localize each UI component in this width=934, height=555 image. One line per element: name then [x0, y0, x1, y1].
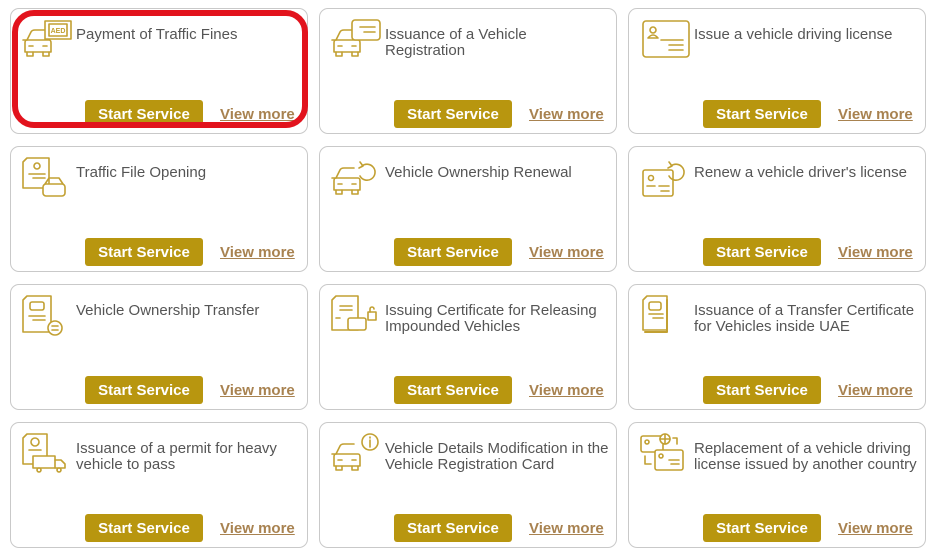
view-more-link[interactable]: View more	[838, 382, 913, 399]
service-card: Vehicle Ownership Renewal Start Service …	[319, 146, 617, 272]
start-service-button[interactable]: Start Service	[703, 100, 821, 128]
service-title: Issuance of a permit for heavy vehicle t…	[76, 440, 277, 473]
svg-text:AED: AED	[51, 28, 66, 35]
service-title: Issuance of a Transfer Certificate for V…	[694, 302, 915, 335]
view-more-link[interactable]: View more	[220, 520, 295, 537]
start-service-button[interactable]: Start Service	[85, 100, 203, 128]
service-title: Issue a vehicle driving license	[694, 26, 893, 43]
view-more-link[interactable]: View more	[838, 520, 913, 537]
service-card: Vehicle Ownership Transfer Start Service…	[10, 284, 308, 410]
start-service-button[interactable]: Start Service	[85, 238, 203, 266]
service-card: Issuance of a permit for heavy vehicle t…	[10, 422, 308, 548]
service-card: Traffic File Opening Start Service View …	[10, 146, 308, 272]
view-more-link[interactable]: View more	[838, 106, 913, 123]
ownership-transfer-document-icon	[21, 294, 75, 338]
service-card: Issuance of a Transfer Certificate for V…	[628, 284, 926, 410]
driving-license-card-icon	[639, 18, 693, 62]
services-grid: AED Payment of Traffic Fines Start Servi…	[10, 8, 926, 548]
service-card: Issuing Certificate for Releasing Impoun…	[319, 284, 617, 410]
service-card: Renew a vehicle driver's license Start S…	[628, 146, 926, 272]
start-service-button[interactable]: Start Service	[703, 514, 821, 542]
view-more-link[interactable]: View more	[838, 244, 913, 261]
car-registration-card-icon	[330, 18, 384, 62]
start-service-button[interactable]: Start Service	[703, 376, 821, 404]
car-renew-icon	[330, 156, 384, 200]
start-service-button[interactable]: Start Service	[394, 376, 512, 404]
start-service-button[interactable]: Start Service	[703, 238, 821, 266]
view-more-link[interactable]: View more	[220, 244, 295, 261]
view-more-link[interactable]: View more	[529, 520, 604, 537]
service-title: Vehicle Details Modification in the Vehi…	[385, 440, 609, 473]
traffic-file-document-car-icon	[21, 156, 75, 200]
heavy-vehicle-permit-icon	[21, 432, 75, 476]
view-more-link[interactable]: View more	[529, 106, 604, 123]
service-card: Issue a vehicle driving license Start Se…	[628, 8, 926, 134]
view-more-link[interactable]: View more	[220, 382, 295, 399]
impounded-vehicle-certificate-icon	[330, 294, 384, 338]
view-more-link[interactable]: View more	[529, 244, 604, 261]
view-more-link[interactable]: View more	[529, 382, 604, 399]
service-title: Traffic File Opening	[76, 164, 207, 181]
start-service-button[interactable]: Start Service	[85, 376, 203, 404]
service-title: Vehicle Ownership Renewal	[385, 164, 572, 181]
service-card: AED Payment of Traffic Fines Start Servi…	[10, 8, 308, 134]
service-title: Vehicle Ownership Transfer	[76, 302, 260, 319]
start-service-button[interactable]: Start Service	[85, 514, 203, 542]
license-renew-icon	[639, 156, 693, 200]
service-title: Payment of Traffic Fines	[76, 26, 238, 43]
start-service-button[interactable]: Start Service	[394, 514, 512, 542]
view-more-link[interactable]: View more	[220, 106, 295, 123]
service-title: Renew a vehicle driver's license	[694, 164, 907, 181]
transfer-certificate-document-icon	[639, 294, 693, 338]
service-card: Vehicle Details Modification in the Vehi…	[319, 422, 617, 548]
start-service-button[interactable]: Start Service	[394, 100, 512, 128]
car-info-icon	[330, 432, 384, 476]
start-service-button[interactable]: Start Service	[394, 238, 512, 266]
license-replacement-globe-icon	[639, 432, 693, 476]
service-title: Replacement of a vehicle driving license…	[694, 440, 917, 473]
service-card: Issuance of a Vehicle Registration Start…	[319, 8, 617, 134]
service-title: Issuance of a Vehicle Registration	[385, 26, 527, 59]
service-title: Issuing Certificate for Releasing Impoun…	[385, 302, 597, 335]
car-fine-aed-icon: AED	[21, 18, 75, 62]
service-card: Replacement of a vehicle driving license…	[628, 422, 926, 548]
